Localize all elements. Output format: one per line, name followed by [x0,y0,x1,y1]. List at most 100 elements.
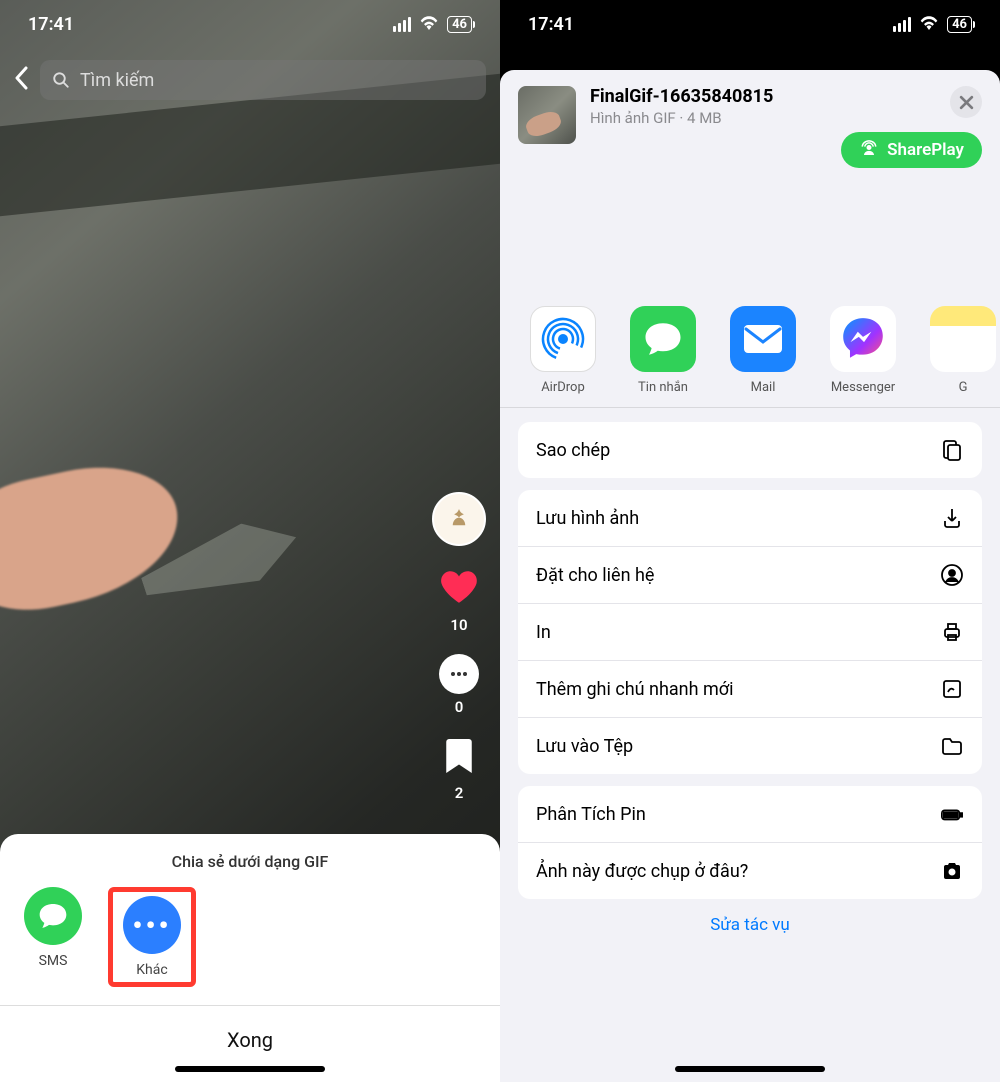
mail-icon [730,306,796,372]
comment-button[interactable]: 0 [439,654,479,716]
battery-analyze-label: Phân Tích Pin [536,804,646,825]
battery-indicator: 46 [947,16,972,33]
save-image-label: Lưu hình ảnh [536,508,639,529]
assign-contact-label: Đặt cho liên hệ [536,565,654,586]
battery-icon [940,802,964,826]
search-input[interactable]: Tìm kiếm [40,60,486,100]
left-phone-screen: 17:41 46 Tìm kiếm 10 0 [0,0,500,1082]
heart-icon [438,566,480,612]
print-icon [940,620,964,644]
ios-share-sheet: FinalGif-16635840815 Hình ảnh GIF · 4 MB… [500,70,1000,1082]
top-bar: Tìm kiếm [0,50,500,110]
share-sheet-title: Chia sẻ dưới dạng GIF [0,852,500,871]
home-indicator[interactable] [675,1066,825,1072]
contacts-area [500,160,1000,300]
messenger-icon [830,306,896,372]
share-options-row: SMS ••• Khác [0,887,500,1005]
file-text: FinalGif-16635840815 Hình ảnh GIF · 4 MB [590,86,936,127]
extra-label: G [959,380,968,395]
action-battery-analyze[interactable]: Phân Tích Pin [518,786,982,842]
folder-icon [940,734,964,758]
bookmark-icon [442,736,476,780]
bookmark-button[interactable]: 2 [442,736,476,802]
comment-count: 0 [455,698,464,716]
app-mail[interactable]: Mail [722,306,804,395]
status-right: 46 [893,14,972,35]
sms-icon [24,887,82,945]
more-label: Khác [136,962,167,978]
deer-icon [444,504,474,534]
save-files-label: Lưu vào Tệp [536,736,633,757]
shareplay-label: SharePlay [887,140,964,160]
status-right: 46 [393,14,472,35]
shareplay-button[interactable]: SharePlay [841,132,982,168]
search-placeholder: Tìm kiếm [80,70,154,91]
battery-indicator: 46 [447,16,472,33]
app-airdrop[interactable]: AirDrop [522,306,604,395]
messenger-label: Messenger [831,380,895,395]
cellular-icon [393,17,411,32]
action-copy[interactable]: Sao chép [518,422,982,478]
action-save-image[interactable]: Lưu hình ảnh [518,490,982,546]
sms-label: SMS [39,953,68,969]
file-header: FinalGif-16635840815 Hình ảnh GIF · 4 MB… [500,70,1000,160]
action-save-files[interactable]: Lưu vào Tệp [518,717,982,774]
messages-label: Tin nhắn [638,380,688,395]
camera-icon [940,859,964,883]
contact-icon [940,563,964,587]
annotation-highlight: ••• Khác [108,887,196,987]
side-actions: 10 0 2 [432,492,486,802]
app-extra[interactable]: G [922,306,1000,395]
app-messenger[interactable]: Messenger [822,306,904,395]
action-group-extra: Phân Tích Pin Ảnh này được chụp ở đâu? [518,786,982,899]
copy-icon [940,438,964,462]
like-button[interactable]: 10 [438,566,480,634]
where-taken-label: Ảnh này được chụp ở đâu? [536,861,748,882]
action-group-main: Lưu hình ảnh Đặt cho liên hệ In Thêm ghi… [518,490,982,774]
share-sheet: Chia sẻ dưới dạng GIF SMS ••• Khác Xong [0,834,500,1082]
home-indicator[interactable] [175,1066,325,1072]
shareplay-icon [859,140,879,160]
cellular-icon [893,17,911,32]
back-button[interactable] [14,66,28,94]
hand-illustration [0,451,191,624]
airdrop-label: AirDrop [541,380,585,395]
creator-avatar[interactable] [432,492,486,546]
close-button[interactable] [950,86,982,118]
like-count: 10 [450,616,467,634]
action-where-taken[interactable]: Ảnh này được chụp ở đâu? [518,842,982,899]
messages-icon [630,306,696,372]
action-assign-contact[interactable]: Đặt cho liên hệ [518,546,982,603]
right-phone-screen: 17:41 46 FinalGif-16635840815 Hình ảnh G… [500,0,1000,1082]
quick-note-label: Thêm ghi chú nhanh mới [536,679,733,700]
more-icon: ••• [123,896,181,954]
action-list[interactable]: Sao chép Lưu hình ảnh Đặt cho liên hệ In [500,408,1000,965]
file-thumbnail [518,86,576,144]
download-icon [940,506,964,530]
wifi-icon [919,14,939,35]
bookmark-count: 2 [455,784,464,802]
print-label: In [536,622,551,643]
edit-actions-link[interactable]: Sửa tác vụ [518,911,982,935]
action-copy-label: Sao chép [536,440,610,461]
status-time: 17:41 [528,14,574,35]
app-messages[interactable]: Tin nhắn [622,306,704,395]
share-option-more[interactable]: ••• Khác [123,896,181,978]
status-bar: 17:41 46 [0,0,500,48]
action-group-copy: Sao chép [518,422,982,478]
app-row: AirDrop Tin nhắn Mail Messenger [500,300,1000,408]
quick-note-icon [940,677,964,701]
action-print[interactable]: In [518,603,982,660]
share-option-sms[interactable]: SMS [24,887,82,987]
status-bar: 17:41 46 [500,0,1000,48]
file-meta: Hình ảnh GIF · 4 MB [590,109,936,127]
file-name: FinalGif-16635840815 [590,86,936,107]
mail-label: Mail [751,380,776,395]
search-icon [52,71,70,89]
notes-icon [930,306,996,372]
action-quick-note[interactable]: Thêm ghi chú nhanh mới [518,660,982,717]
status-time: 17:41 [28,14,74,35]
wifi-icon [419,14,439,35]
comment-icon [439,654,479,694]
airdrop-icon [530,306,596,372]
